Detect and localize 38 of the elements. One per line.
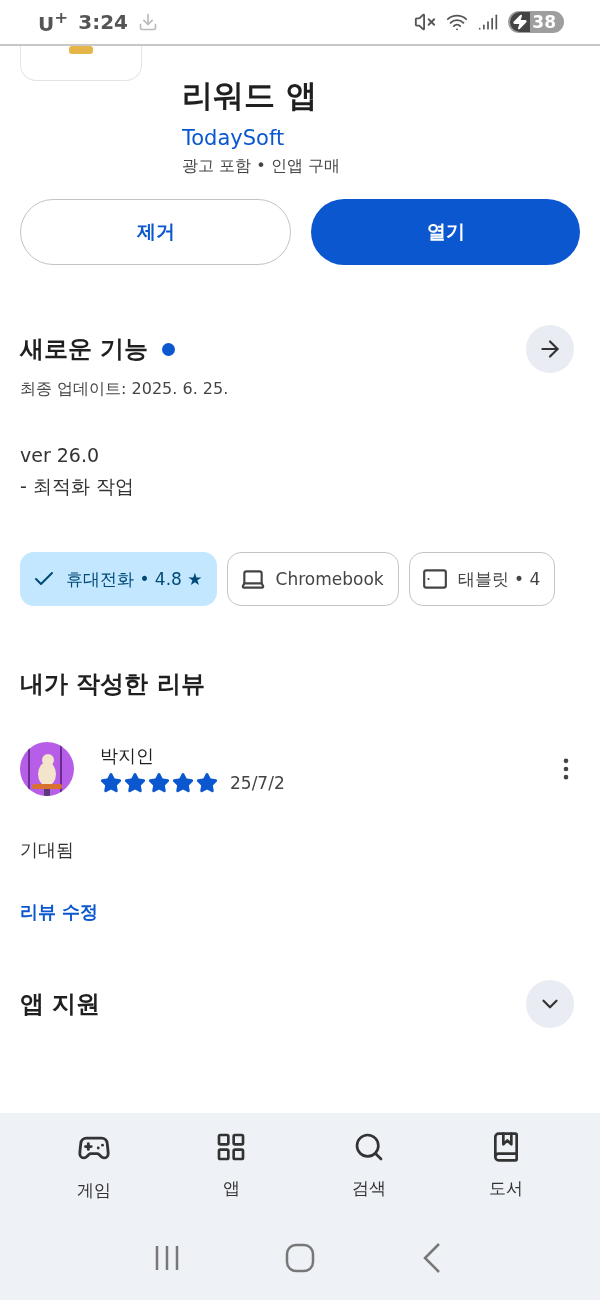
- star-icon: [172, 772, 194, 794]
- star-icon: [100, 772, 122, 794]
- developer-link[interactable]: TodaySoft: [182, 126, 340, 150]
- device-chip[interactable]: 태블릿 • 4: [408, 552, 556, 606]
- release-note: ver 26.0: [20, 444, 101, 466]
- star-icon: [148, 772, 170, 794]
- nav-tab[interactable]: 앱: [181, 1131, 282, 1202]
- charging-icon: [512, 14, 529, 30]
- nav-tab[interactable]: 도서: [456, 1131, 557, 1202]
- app-meta: 광고 포함 • 인앱 구매: [182, 156, 340, 177]
- device-chip[interactable]: Chromebook: [226, 552, 399, 606]
- review-date: 25/7/2: [230, 773, 285, 793]
- reviewer-name: 박지인: [100, 744, 155, 768]
- edit-review-link[interactable]: 리뷰 수정: [20, 900, 99, 924]
- download-icon: [137, 12, 158, 32]
- review-text: 기대됨: [19, 838, 75, 862]
- device-chip[interactable]: 휴대전화 • 4.8 ★: [20, 552, 217, 606]
- update-date: 최종 업데이트: 2025. 6. 25.: [19, 378, 230, 400]
- section-title: 새로운 기능: [20, 334, 149, 365]
- nav-tab[interactable]: 게임: [43, 1131, 144, 1202]
- section-title: 내가 작성한 리뷰: [20, 669, 205, 700]
- app-icon: [20, 46, 142, 81]
- uninstall-button[interactable]: 제거: [20, 199, 291, 265]
- star-icon: [196, 772, 218, 794]
- nav-tab[interactable]: 검색: [318, 1131, 419, 1202]
- section-button[interactable]: [526, 980, 574, 1028]
- release-note: - 최적화 작업: [20, 474, 135, 499]
- signal-icon: [478, 12, 499, 32]
- tablet-icon: [421, 566, 448, 592]
- mute-icon: [414, 11, 437, 33]
- section-title: 앱 지원: [20, 989, 101, 1020]
- app-title: 리워드 앱: [182, 76, 318, 115]
- star-icon: [124, 772, 146, 794]
- clock: 3:24: [78, 10, 128, 34]
- arrow-button[interactable]: [526, 325, 574, 373]
- carrier: U$^{+}$: [38, 8, 69, 36]
- open-button[interactable]: 열기: [311, 199, 580, 265]
- battery-level: 38: [508, 11, 564, 33]
